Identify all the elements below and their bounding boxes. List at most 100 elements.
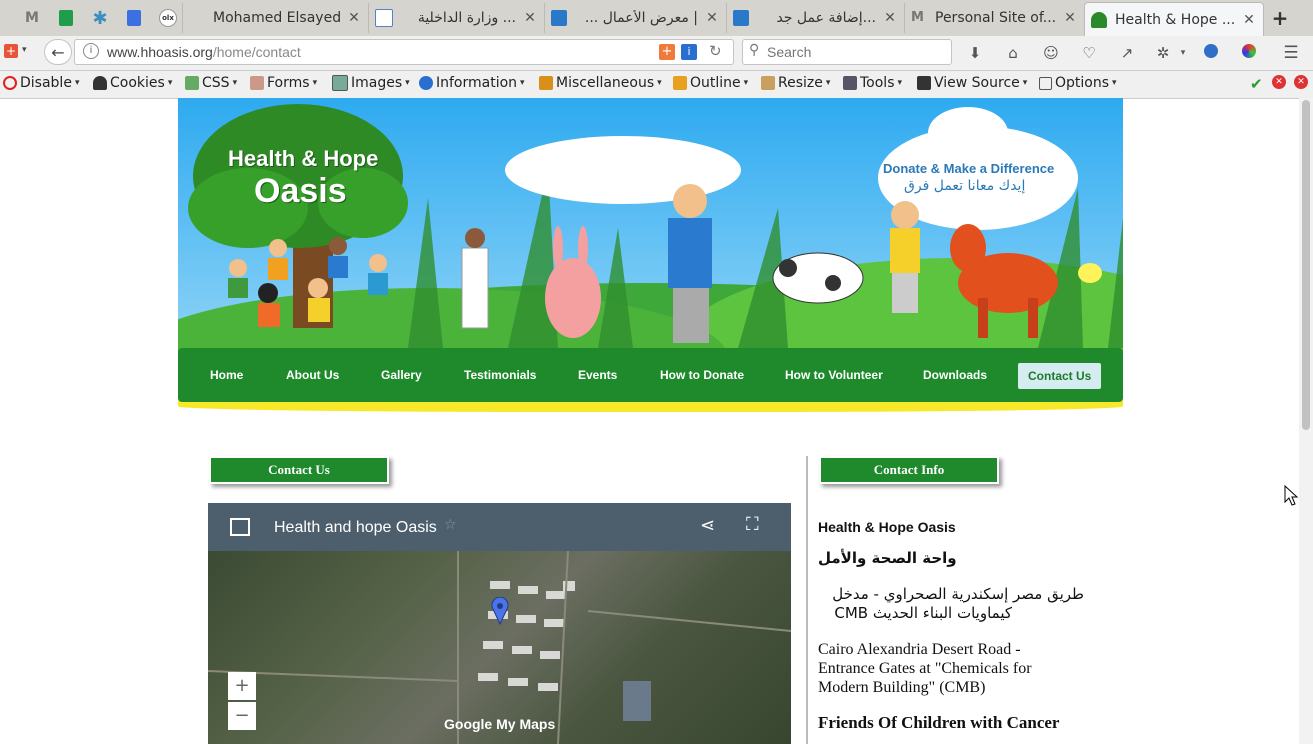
devtool-view-source[interactable]: View Source ▾ bbox=[917, 75, 1027, 91]
menu-gallery[interactable]: Gallery bbox=[381, 368, 422, 382]
url-text: www.hhoasis.org/home/contact bbox=[107, 44, 301, 60]
devtool-resize[interactable]: Resize ▾ bbox=[761, 75, 830, 91]
contact-info-heading: Contact Info bbox=[819, 456, 999, 484]
site-banner: Health & Hope Oasis Donate & Make a Diff… bbox=[178, 98, 1123, 353]
friends-heading: Friends Of Children with Cancer bbox=[818, 713, 1060, 732]
gmail-icon: M bbox=[911, 10, 924, 25]
devtool-images[interactable]: Images ▾ bbox=[332, 75, 410, 91]
reload-icon[interactable]: ↻ bbox=[709, 42, 722, 60]
gmail-icon[interactable]: M bbox=[20, 6, 44, 30]
tab-4[interactable]: ...إضافة عمل جد ✕ bbox=[726, 3, 904, 33]
menu-downloads[interactable]: Downloads bbox=[923, 368, 987, 382]
home-icon[interactable]: ⌂ bbox=[1004, 44, 1022, 62]
devtool-cookies[interactable]: Cookies ▾ bbox=[93, 75, 172, 91]
close-toolbar-icon[interactable]: ✕ bbox=[1294, 75, 1308, 89]
sheets-icon[interactable] bbox=[54, 6, 78, 30]
devtool-forms[interactable]: Forms ▾ bbox=[250, 75, 317, 91]
info-icon[interactable]: i bbox=[83, 43, 99, 59]
devtool-outline[interactable]: Outline ▾ bbox=[673, 75, 748, 91]
close-tab-icon[interactable]: ✕ bbox=[882, 10, 898, 26]
map-pin-icon[interactable] bbox=[491, 596, 509, 629]
share-icon[interactable]: ⋖ bbox=[700, 515, 715, 536]
menu-contact-us-active[interactable]: Contact Us bbox=[1018, 363, 1102, 389]
donate-tagline-ar[interactable]: إيدك معانا تعمل فرق bbox=[904, 178, 1025, 194]
info-icon bbox=[419, 76, 433, 90]
document-icon bbox=[375, 9, 393, 27]
misc-icon bbox=[539, 76, 553, 90]
logo-line1: Health & Hope bbox=[228, 146, 379, 171]
devtool-miscellaneous[interactable]: Miscellaneous ▾ bbox=[539, 75, 662, 91]
map-title[interactable]: Health and hope Oasis bbox=[274, 519, 437, 537]
extension-icon[interactable]: ✲ bbox=[1154, 44, 1172, 62]
back-button[interactable]: ← bbox=[44, 39, 72, 65]
close-tab-icon[interactable]: ✕ bbox=[522, 10, 538, 26]
addon-icon[interactable]: + bbox=[4, 44, 18, 58]
map-legend-icon[interactable] bbox=[230, 518, 250, 536]
close-tab-icon[interactable]: ✕ bbox=[346, 10, 362, 26]
image-icon bbox=[332, 75, 348, 91]
close-tab-icon[interactable]: ✕ bbox=[1241, 12, 1257, 28]
map-brand: Google My Maps bbox=[444, 716, 556, 732]
check-icon[interactable]: ✔ bbox=[1250, 75, 1263, 93]
devtool-information[interactable]: Information ▾ bbox=[419, 75, 525, 91]
info-addon-icon[interactable]: i bbox=[681, 44, 697, 60]
search-input[interactable] bbox=[765, 42, 949, 62]
close-tab-icon[interactable]: ✕ bbox=[1062, 10, 1078, 26]
download-icon[interactable]: ⬇ bbox=[966, 44, 984, 62]
satellite-imagery[interactable]: Google My Maps bbox=[208, 551, 791, 744]
menu-about-us[interactable]: About Us bbox=[286, 368, 339, 382]
address-ar-line1: طريق مصر إسكندرية الصحراوي - مدخل bbox=[832, 585, 1084, 603]
olx-icon[interactable]: olx bbox=[156, 6, 180, 30]
menu-events[interactable]: Events bbox=[578, 368, 617, 382]
search-icon: ⚲ bbox=[749, 42, 760, 58]
chevron-down-icon[interactable]: ▾ bbox=[22, 45, 27, 55]
menu-how-to-donate[interactable]: How to Donate bbox=[660, 368, 744, 382]
url-bar[interactable]: i www.hhoasis.org/home/contact + i ↻ bbox=[74, 39, 734, 65]
close-tab-icon[interactable]: ✕ bbox=[704, 10, 720, 26]
outline-pencil-icon bbox=[673, 76, 687, 90]
pocket-icon[interactable]: ♡ bbox=[1080, 44, 1098, 62]
devtool-tools[interactable]: Tools ▾ bbox=[843, 75, 902, 91]
menu-testimonials[interactable]: Testimonials bbox=[464, 368, 536, 382]
star-icon[interactable]: ☆ bbox=[444, 517, 457, 533]
org-name-ar: واحة الصحة والأمل bbox=[818, 549, 957, 567]
column-divider bbox=[806, 456, 808, 744]
embedded-map[interactable]: Health and hope Oasis ☆ ⋖ ⛶ Google My Ma… bbox=[208, 503, 791, 744]
menu-icon[interactable]: ☰ bbox=[1282, 44, 1300, 62]
menu-home[interactable]: Home bbox=[210, 368, 243, 382]
zoom-out-button[interactable]: − bbox=[228, 702, 256, 730]
tree-icon bbox=[1091, 11, 1107, 28]
donate-tagline-en[interactable]: Donate & Make a Difference bbox=[883, 161, 1054, 176]
options-icon bbox=[1039, 76, 1052, 90]
plus-addon-icon[interactable]: + bbox=[659, 44, 675, 60]
docs-icon[interactable] bbox=[122, 6, 146, 30]
tool-icon[interactable]: ↗ bbox=[1118, 44, 1136, 62]
chevron-down-icon[interactable]: ▾ bbox=[1174, 44, 1192, 62]
tab-5[interactable]: M Personal Site of... ✕ bbox=[904, 3, 1084, 33]
search-box[interactable]: ⚲ bbox=[742, 39, 952, 65]
web-developer-toolbar: Disable ▾ Cookies ▾ CSS ▾ Forms ▾ Images ▾ In… bbox=[0, 71, 1313, 99]
tab-6-active[interactable]: Health & Hope ... ✕ bbox=[1084, 2, 1264, 36]
ruler-icon bbox=[761, 76, 775, 90]
new-tab-icon[interactable]: + bbox=[1268, 6, 1292, 30]
tab-1[interactable]: Mohamed Elsayed ... ✕ bbox=[182, 3, 368, 33]
color-addon-icon[interactable] bbox=[1240, 44, 1258, 62]
scrollbar-thumb[interactable] bbox=[1302, 100, 1310, 430]
asterisk-app-icon[interactable]: ✱ bbox=[88, 6, 112, 30]
logo-line2: Oasis bbox=[254, 172, 347, 210]
menu-how-to-volunteer[interactable]: How to Volunteer bbox=[785, 368, 883, 382]
devtool-disable[interactable]: Disable ▾ bbox=[3, 75, 79, 91]
site-favicon-icon bbox=[733, 10, 749, 26]
zoom-in-button[interactable]: + bbox=[228, 672, 256, 700]
tab-3[interactable]: | معرض الأعمال ... ✕ bbox=[544, 3, 726, 33]
error-icon[interactable]: ✕ bbox=[1272, 75, 1286, 89]
blue-addon-icon[interactable] bbox=[1202, 44, 1220, 62]
tools-icon bbox=[843, 76, 857, 90]
site-main-menu: Home About Us Gallery Testimonials Event… bbox=[178, 348, 1123, 402]
devtool-options[interactable]: Options ▾ bbox=[1039, 75, 1117, 91]
fullscreen-icon[interactable]: ⛶ bbox=[746, 514, 759, 535]
address-en-line1: Cairo Alexandria Desert Road - bbox=[818, 641, 1021, 658]
smiley-icon[interactable]: ☺ bbox=[1042, 44, 1060, 62]
tab-2[interactable]: ... وزارة الداخلية ✕ bbox=[368, 3, 544, 33]
devtool-css[interactable]: CSS ▾ bbox=[185, 75, 237, 91]
